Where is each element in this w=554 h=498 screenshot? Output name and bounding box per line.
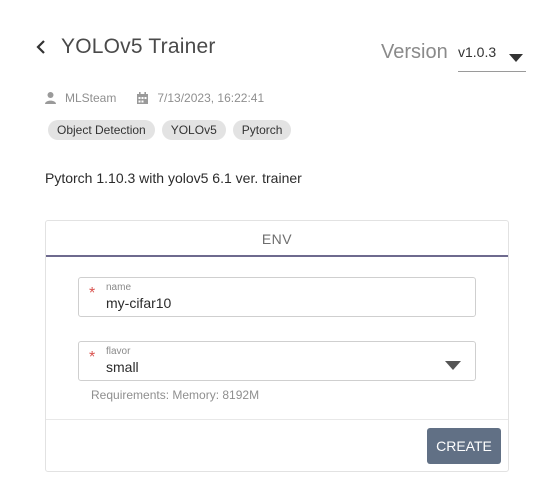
description: Pytorch 1.10.3 with yolov5 6.1 ver. trai… [45, 170, 302, 186]
tag: Object Detection [48, 120, 155, 140]
create-button[interactable]: CREATE [427, 428, 501, 464]
required-mark: * [89, 349, 96, 366]
flavor-field-value: small [106, 359, 139, 375]
owner-name: MLSteam [65, 91, 117, 105]
tab-env[interactable]: ENV [46, 221, 508, 257]
env-card: ENV * name my-cifar10 * flavor small Req… [45, 220, 509, 472]
requirements-text: Requirements: Memory: 8192M [91, 388, 260, 402]
name-field-label: name [106, 282, 132, 293]
flavor-select[interactable]: * flavor small [78, 341, 476, 381]
name-field[interactable]: * name my-cifar10 [78, 277, 476, 317]
version-value: v1.0.3 [458, 44, 497, 60]
page-title: YOLOv5 Trainer [61, 35, 216, 58]
required-mark: * [89, 285, 96, 302]
calendar-icon [137, 92, 149, 104]
divider [46, 419, 508, 420]
trainer-page: YOLOv5 Trainer Version v1.0.3 MLSteam 7/… [0, 0, 554, 498]
tag-list: Object Detection YOLOv5 Pytorch [48, 120, 292, 140]
user-icon [45, 92, 56, 104]
tag: YOLOv5 [161, 120, 226, 140]
caret-down-icon [509, 49, 523, 67]
created-date: 7/13/2023, 16:22:41 [157, 91, 265, 105]
chevron-left-icon [36, 40, 45, 54]
version-select[interactable]: v1.0.3 [458, 40, 526, 72]
name-field-value: my-cifar10 [106, 295, 172, 311]
back-button[interactable] [34, 38, 48, 56]
tag: Pytorch [232, 120, 292, 140]
flavor-field-label: flavor [106, 346, 131, 357]
caret-down-icon [445, 357, 461, 375]
version-label: Version [381, 41, 448, 63]
meta-row: MLSteam 7/13/2023, 16:22:41 [45, 90, 264, 106]
